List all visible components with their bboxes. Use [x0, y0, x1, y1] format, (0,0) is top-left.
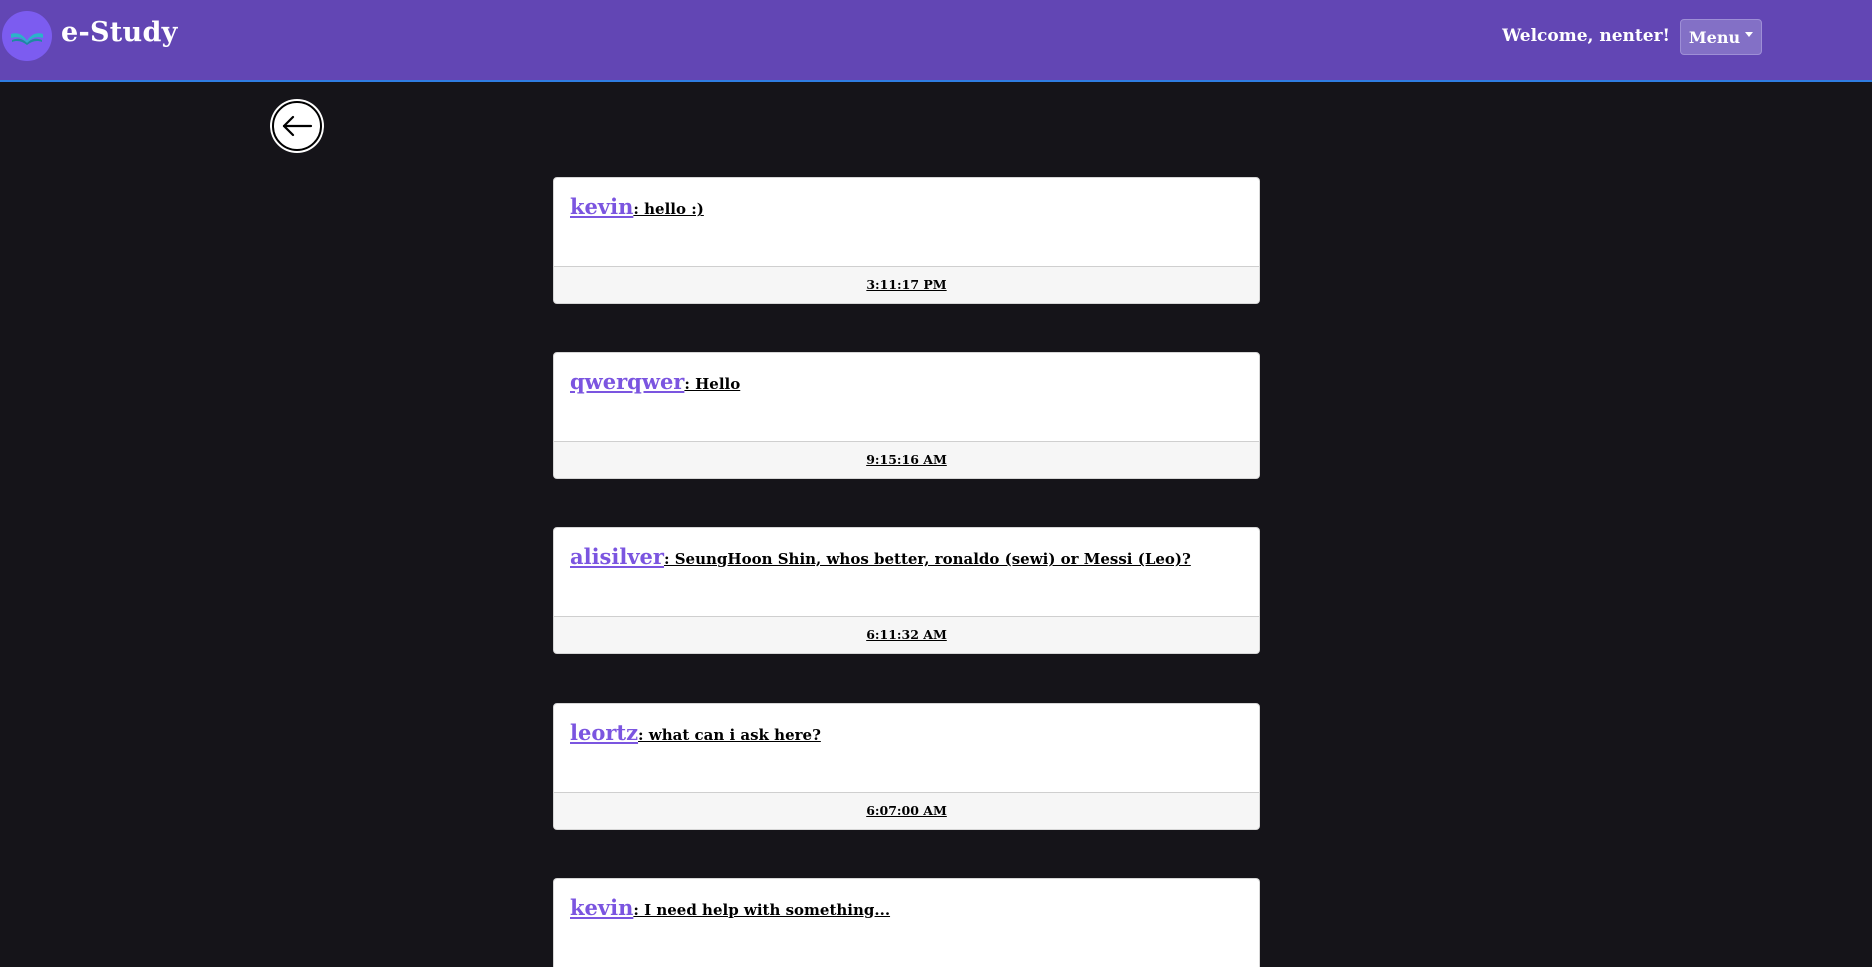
- arrow-left-icon: [282, 115, 313, 137]
- message-card: alisilver: SeungHoon Shin, whos better, …: [553, 527, 1260, 654]
- message-line: alisilver: SeungHoon Shin, whos better, …: [570, 544, 1243, 569]
- brand-link[interactable]: e-Study: [2, 11, 178, 61]
- message-card: kevin: hello :) 3:11:17 PM: [553, 177, 1260, 304]
- message-body: qwerqwer: Hello: [554, 353, 1259, 441]
- message-body: kevin: I need help with something...: [554, 879, 1259, 967]
- message-timestamp: 6:11:32 AM: [554, 616, 1259, 653]
- book-logo-icon: [2, 11, 52, 61]
- message-body: leortz: what can i ask here?: [554, 704, 1259, 792]
- top-navbar: e-Study Welcome, nenter! Menu: [0, 0, 1872, 82]
- username-link[interactable]: kevin: [570, 194, 633, 219]
- message-text[interactable]: : I need help with something...: [633, 901, 890, 919]
- message-line: kevin: hello :): [570, 194, 1243, 219]
- message-text[interactable]: : SeungHoon Shin, whos better, ronaldo (…: [664, 550, 1191, 568]
- back-button[interactable]: [272, 101, 322, 151]
- menu-label: Menu: [1688, 27, 1741, 47]
- message-line: kevin: I need help with something...: [570, 895, 1243, 920]
- menu-dropdown-button[interactable]: Menu: [1680, 19, 1762, 55]
- username-link[interactable]: leortz: [570, 720, 638, 745]
- welcome-text: Welcome, nenter!: [1502, 26, 1670, 46]
- message-text[interactable]: : hello :): [633, 200, 703, 218]
- message-line: qwerqwer: Hello: [570, 369, 1243, 394]
- username-link[interactable]: kevin: [570, 895, 633, 920]
- caret-down-icon: [1745, 31, 1754, 37]
- message-card: leortz: what can i ask here? 6:07:00 AM: [553, 703, 1260, 830]
- message-timestamp: 9:15:16 AM: [554, 441, 1259, 478]
- message-body: alisilver: SeungHoon Shin, whos better, …: [554, 528, 1259, 616]
- message-timestamp: 6:07:00 AM: [554, 792, 1259, 829]
- message-line: leortz: what can i ask here?: [570, 720, 1243, 745]
- message-card: kevin: I need help with something...: [553, 878, 1260, 967]
- brand-name: e-Study: [61, 16, 178, 48]
- message-text[interactable]: : Hello: [684, 375, 740, 393]
- username-link[interactable]: qwerqwer: [570, 369, 684, 394]
- message-card: qwerqwer: Hello 9:15:16 AM: [553, 352, 1260, 479]
- message-timestamp: 3:11:17 PM: [554, 266, 1259, 303]
- message-body: kevin: hello :): [554, 178, 1259, 266]
- username-link[interactable]: alisilver: [570, 544, 664, 569]
- message-text[interactable]: : what can i ask here?: [638, 726, 821, 744]
